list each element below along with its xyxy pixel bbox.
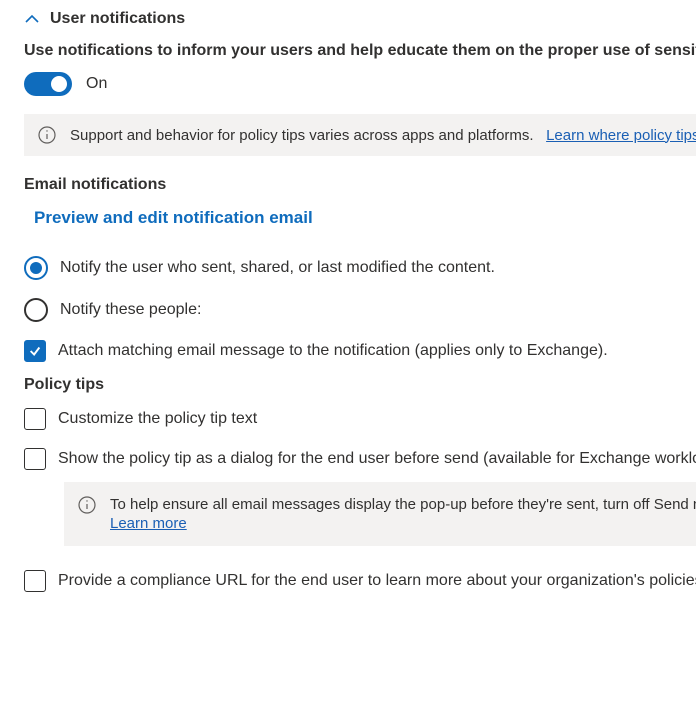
notify-people-label: Notify these people:	[60, 301, 201, 319]
preview-notification-link[interactable]: Preview and edit notification email	[34, 208, 696, 228]
section-title: User notifications	[50, 10, 185, 28]
info-icon	[38, 126, 56, 144]
customize-tip-checkbox[interactable]	[24, 408, 46, 430]
support-learn-more-link[interactable]: Learn where policy tips are supported	[546, 127, 696, 144]
notifications-toggle-label: On	[86, 75, 107, 93]
policy-tips-heading: Policy tips	[24, 376, 696, 394]
collapse-section-icon[interactable]	[24, 11, 40, 27]
notify-people-radio[interactable]	[24, 298, 48, 322]
dialog-info-text: To help ensure all email messages displa…	[110, 496, 696, 513]
support-info-text: Support and behavior for policy tips var…	[70, 127, 534, 144]
show-dialog-label: Show the policy tip as a dialog for the …	[58, 450, 696, 468]
section-description: Use notifications to inform your users a…	[24, 42, 696, 60]
attach-message-label: Attach matching email message to the not…	[58, 342, 608, 360]
dialog-learn-more-link[interactable]: Learn more	[110, 515, 696, 532]
show-dialog-checkbox[interactable]	[24, 448, 46, 470]
compliance-url-checkbox[interactable]	[24, 570, 46, 592]
support-info-banner: Support and behavior for policy tips var…	[24, 114, 696, 156]
notify-sender-label: Notify the user who sent, shared, or las…	[60, 259, 495, 277]
customize-tip-label: Customize the policy tip text	[58, 410, 257, 428]
notify-sender-radio[interactable]	[24, 256, 48, 280]
email-notifications-heading: Email notifications	[24, 176, 696, 194]
dialog-info-banner: To help ensure all email messages displa…	[64, 482, 696, 546]
info-icon	[78, 496, 96, 514]
compliance-url-label: Provide a compliance URL for the end use…	[58, 572, 696, 590]
attach-message-checkbox[interactable]	[24, 340, 46, 362]
notifications-toggle[interactable]	[24, 72, 72, 96]
